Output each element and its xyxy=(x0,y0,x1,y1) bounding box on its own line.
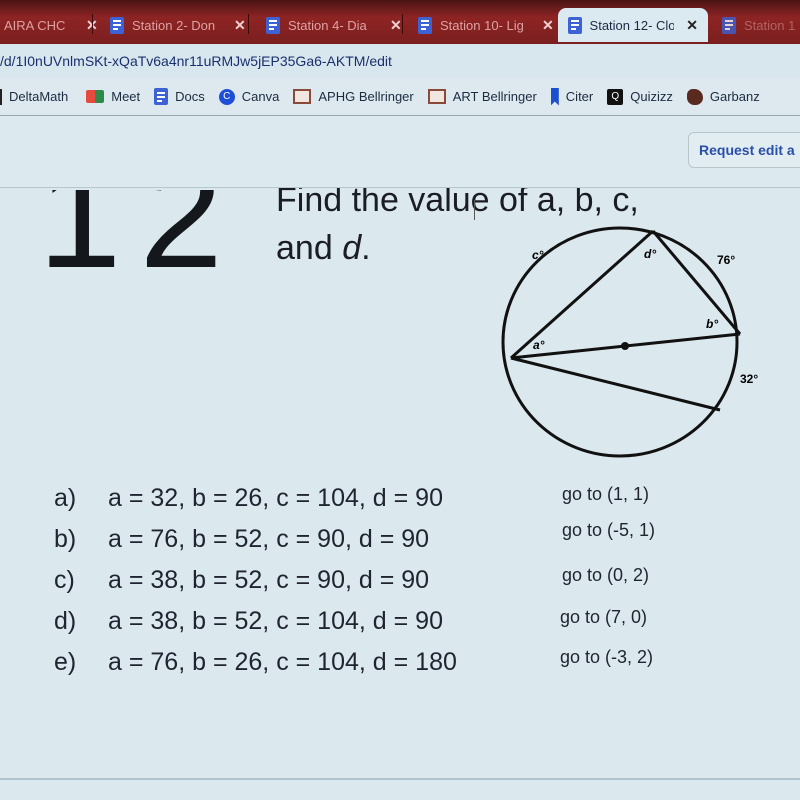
garbanzo-icon xyxy=(686,88,703,105)
bookmark-label: Docs xyxy=(175,89,205,104)
answer-text: a = 38, b = 52, c = 90, d = 90 xyxy=(108,566,430,594)
docs-icon xyxy=(568,16,582,34)
docs-icon xyxy=(266,16,280,34)
text-cursor-icon xyxy=(474,200,480,220)
tab-separator xyxy=(92,14,93,34)
page-bottom-divider xyxy=(0,778,800,780)
bookmark-deltamath[interactable]: DeltaMath xyxy=(0,88,69,105)
bookmark-garbanzo[interactable]: Garbanz xyxy=(686,88,760,105)
canva-icon: C xyxy=(218,88,235,105)
center-point xyxy=(621,342,629,350)
docs-icon xyxy=(418,16,432,34)
close-icon[interactable]: ✕ xyxy=(234,17,246,34)
tab-label: Station 2- Don xyxy=(132,17,216,33)
bookmark-label: Citer xyxy=(565,89,594,104)
label-a: a° xyxy=(533,338,545,352)
bookmark-icon xyxy=(550,87,559,106)
label-arc-76: 76° xyxy=(717,253,735,267)
tab-5[interactable]: Station 1 xyxy=(712,8,800,42)
tab-separator xyxy=(402,14,403,34)
docs-icon xyxy=(722,16,736,34)
docs-icon xyxy=(110,16,124,34)
bookmark-label: APHG Bellringer xyxy=(318,89,414,104)
answer-row: a) a = 32, b = 26, c = 104, d = 90 xyxy=(54,478,568,519)
frame-icon xyxy=(293,89,312,104)
bookmark-quizizz[interactable]: Q Quizizz xyxy=(607,88,673,105)
deltamath-icon xyxy=(0,88,2,105)
goto-c: go to (0, 2) xyxy=(562,565,650,585)
circle-diagram: c° d° 76° b° a° 32° xyxy=(501,226,758,458)
answer-row: d) a = 38, b = 52, c = 104, d = 90 xyxy=(54,601,568,642)
answer-text: a = 76, b = 52, c = 90, d = 90 xyxy=(108,525,430,553)
label-arc-32: 32° xyxy=(740,372,758,386)
tab-strip: AIRA CHC ✕ Station 2- Don ✕ Station 4- D… xyxy=(0,0,800,44)
chord-top-right xyxy=(651,230,742,335)
tab-label: Station 10- Lig xyxy=(440,17,524,33)
close-icon[interactable]: ✕ xyxy=(686,17,698,34)
bookmark-canva[interactable]: C Canva xyxy=(218,88,280,105)
bookmark-meet[interactable]: Meet xyxy=(86,89,140,104)
bookmark-label: Canva xyxy=(241,89,280,104)
url-text[interactable]: /d/1I0nUVnlmSKt-xQaTv6a4nr11uRMJw5jEP35G… xyxy=(0,53,392,69)
goto-d: go to (7, 0) xyxy=(560,607,648,627)
bookmark-citer[interactable]: Citer xyxy=(550,87,594,106)
bookmark-label: ART Bellringer xyxy=(452,89,537,104)
tab-label: Station 12- Clo xyxy=(589,17,675,33)
docs-icon xyxy=(154,88,169,105)
answer-letter: e) xyxy=(54,648,77,676)
bookmarks-bar: DeltaMath Meet Docs C Canva APHG Bellrin… xyxy=(0,78,800,116)
label-d: d° xyxy=(644,247,656,261)
bookmark-label: DeltaMath xyxy=(9,89,69,104)
bookmark-label: Meet xyxy=(111,89,141,104)
answer-row: e) a = 76, b = 26, c = 104, d = 180 xyxy=(54,642,568,683)
answer-letter: d) xyxy=(54,607,77,635)
address-bar[interactable]: /d/1I0nUVnlmSKt-xQaTv6a4nr11uRMJw5jEP35G… xyxy=(0,44,800,78)
close-icon[interactable]: ✕ xyxy=(542,17,554,34)
label-b: b° xyxy=(706,317,718,331)
docs-toolbar xyxy=(0,116,800,188)
answer-row: b) a = 76, b = 52, c = 90, d = 90 xyxy=(54,519,568,560)
tab-label: AIRA CHC xyxy=(4,17,66,33)
tab-label: Station 4- Dia xyxy=(288,17,367,33)
meet-icon xyxy=(86,90,105,103)
question-and: and xyxy=(276,229,343,267)
goto-e: go to (-3, 2) xyxy=(560,647,654,667)
answer-text: a = 76, b = 26, c = 104, d = 180 xyxy=(108,648,457,676)
answer-text: a = 32, b = 26, c = 104, d = 90 xyxy=(108,484,443,512)
tab-separator xyxy=(248,14,249,34)
answer-letter: a) xyxy=(54,484,77,512)
answer-choices: a) a = 32, b = 26, c = 104, d = 90 b) a … xyxy=(54,478,568,683)
answer-text: a = 38, b = 52, c = 104, d = 90 xyxy=(108,607,443,635)
bookmark-art[interactable]: ART Bellringer xyxy=(427,89,537,104)
bookmark-label: Quizizz xyxy=(630,89,673,104)
bookmark-label: Garbanz xyxy=(709,89,760,104)
chord-left-bottom xyxy=(510,356,721,412)
tab-1[interactable]: Station 2- Don ✕ xyxy=(100,8,256,42)
label-c: c° xyxy=(532,248,544,262)
answer-letter: b) xyxy=(54,525,77,553)
goto-a: go to (1, 1) xyxy=(562,484,650,504)
answer-row: c) a = 38, b = 52, c = 90, d = 90 xyxy=(54,560,568,601)
question-period: . xyxy=(361,229,371,267)
tab-4-active[interactable]: Station 12- Clo ✕ xyxy=(558,8,708,42)
tab-3[interactable]: Station 10- Lig ✕ xyxy=(408,8,564,42)
question-var-d: d xyxy=(342,229,362,267)
bookmark-aphg[interactable]: APHG Bellringer xyxy=(293,89,414,104)
frame-icon xyxy=(427,89,446,104)
close-icon[interactable]: ✕ xyxy=(390,17,402,34)
quizizz-icon: Q xyxy=(607,88,624,105)
tab-label: Station 1 xyxy=(744,17,796,33)
goto-b: go to (-5, 1) xyxy=(562,520,656,540)
request-edit-button[interactable]: Request edit a xyxy=(688,132,800,168)
bookmark-docs[interactable]: Docs xyxy=(154,88,205,105)
tab-2[interactable]: Station 4- Dia ✕ xyxy=(256,8,412,42)
answer-letter: c) xyxy=(54,566,75,594)
